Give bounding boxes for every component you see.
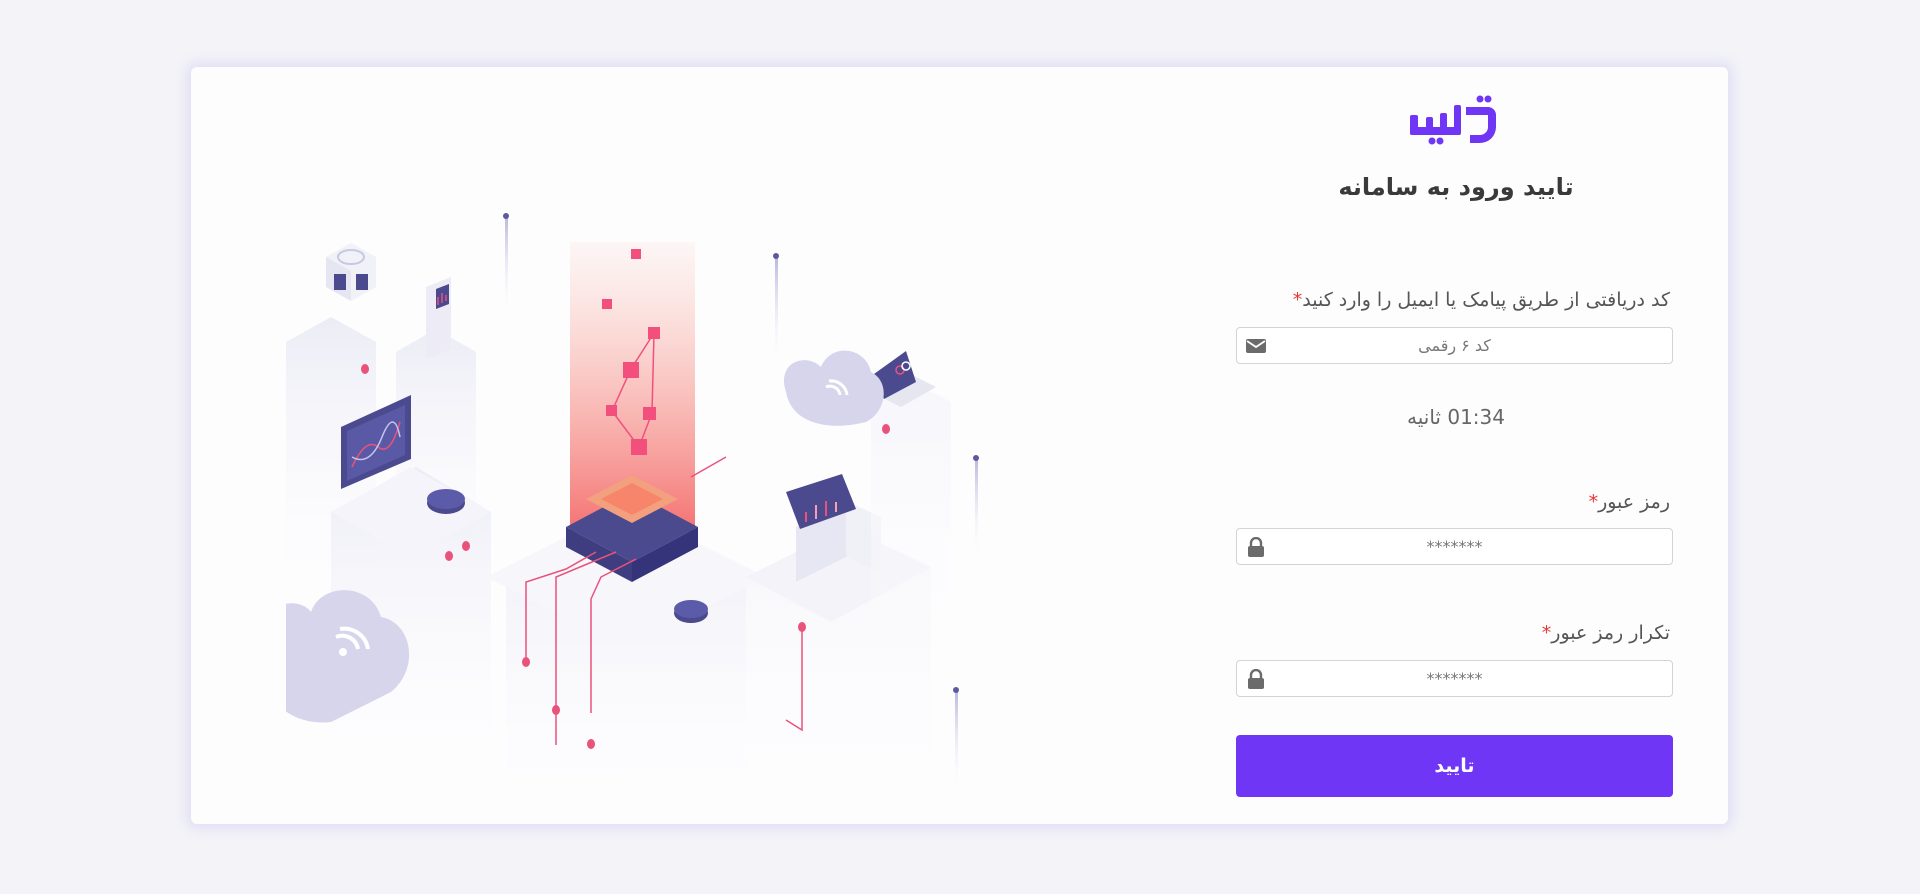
verification-form: تایید ورود به سامانه کد دریافتی از طریق … bbox=[1236, 67, 1676, 824]
countdown-timer: 01:34 ثانیه bbox=[1407, 405, 1505, 429]
page-title: تایید ورود به سامانه bbox=[1338, 173, 1574, 201]
submit-button[interactable]: تایید bbox=[1236, 735, 1673, 797]
confirm-password-field bbox=[1236, 660, 1673, 697]
confirm-password-input[interactable] bbox=[1237, 661, 1672, 696]
lock-icon bbox=[1248, 669, 1264, 689]
code-field-label-text: کد دریافتی از طریق پیامک یا ایمیل را وار… bbox=[1302, 289, 1670, 311]
required-mark: * bbox=[1541, 622, 1552, 644]
password-label: رمز عبور* bbox=[1589, 491, 1670, 513]
code-field-label: کد دریافتی از طریق پیامک یا ایمیل را وار… bbox=[1293, 289, 1670, 311]
password-field bbox=[1236, 528, 1673, 565]
confirm-password-label-text: تکرار رمز عبور bbox=[1551, 622, 1670, 644]
login-card: تایید ورود به سامانه کد دریافتی از طریق … bbox=[191, 67, 1728, 824]
code-field bbox=[1236, 327, 1673, 364]
cloud-wifi-right bbox=[784, 350, 884, 426]
code-input[interactable] bbox=[1237, 328, 1672, 363]
password-input[interactable] bbox=[1237, 529, 1672, 564]
lock-icon bbox=[1248, 537, 1264, 557]
brand-logo bbox=[1410, 95, 1496, 145]
isometric-tech-illustration bbox=[286, 213, 979, 817]
required-mark: * bbox=[1292, 289, 1303, 311]
password-label-text: رمز عبور bbox=[1598, 491, 1670, 513]
central-platform bbox=[486, 242, 766, 817]
envelope-icon bbox=[1246, 339, 1266, 353]
required-mark: * bbox=[1588, 491, 1599, 513]
confirm-password-label: تکرار رمز عبور* bbox=[1542, 622, 1670, 644]
